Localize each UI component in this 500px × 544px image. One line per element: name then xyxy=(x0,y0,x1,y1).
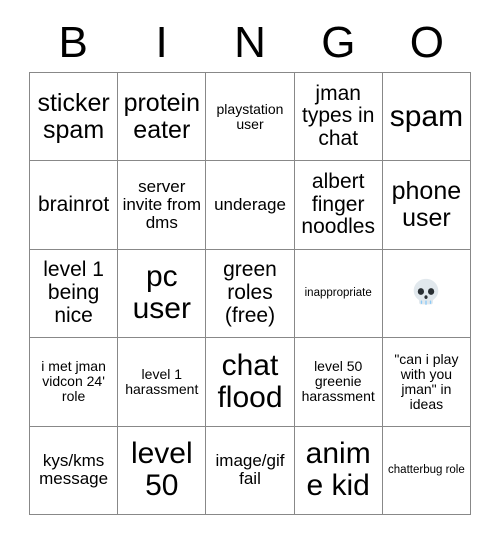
bingo-cell-label: phone user xyxy=(391,177,462,233)
bingo-cell[interactable]: chatterbug role xyxy=(382,426,471,515)
bingo-cell-label: brainrot xyxy=(37,192,110,216)
bingo-cell-label: chatterbug role xyxy=(388,464,465,477)
bingo-cell-label: playstation user xyxy=(216,100,284,132)
bingo-cell[interactable]: spam xyxy=(382,73,471,162)
bingo-header-letter-n: N xyxy=(234,18,266,67)
bingo-cell-label: underage xyxy=(214,194,286,214)
bingo-cell[interactable]: protein eater xyxy=(118,73,207,162)
bingo-cell-label: server invite from dms xyxy=(122,176,201,233)
bingo-cell[interactable]: i met jman vidcon 24' role xyxy=(30,338,119,427)
bingo-cell-label: sticker spam xyxy=(37,88,110,144)
bingo-cell-label: level 1 being nice xyxy=(43,258,104,327)
bingo-header-letter-o: O xyxy=(409,18,444,67)
bingo-header-row: B I N G O xyxy=(29,14,471,72)
bingo-header-letter-g: G xyxy=(321,18,356,67)
bingo-cell-label: level 1 harassment xyxy=(125,365,199,397)
bingo-header-letter-i: I xyxy=(155,18,168,67)
bingo-cell[interactable]: playstation user xyxy=(206,73,295,162)
bingo-cell[interactable]: level 50 greenie harassment xyxy=(294,338,383,427)
bingo-cell[interactable]: image/gif fail xyxy=(206,426,295,515)
bingo-cell[interactable]: pc user xyxy=(118,249,207,339)
bingo-cell[interactable]: level 50 xyxy=(118,426,207,515)
bingo-card: B I N G O sticker spam protein eater plays… xyxy=(0,0,500,544)
bingo-cell-label: albert finger noodles xyxy=(301,170,375,239)
bingo-cell-label: protein eater xyxy=(123,88,201,144)
bingo-free-space-cell[interactable] xyxy=(382,249,471,339)
bingo-cell[interactable]: sticker spam xyxy=(30,73,119,162)
bingo-cell[interactable]: phone user xyxy=(382,161,471,250)
bingo-cell-label: pc user xyxy=(132,260,191,326)
bingo-cell-label: jman types in chat xyxy=(302,81,375,151)
bingo-cell[interactable]: level 1 harassment xyxy=(118,338,207,427)
bingo-cell[interactable]: anime kid xyxy=(294,426,383,515)
bingo-cell[interactable]: level 1 being nice xyxy=(30,249,119,339)
bingo-cell-label: image/gif fail xyxy=(215,450,285,489)
bingo-cell-label: green roles (free) xyxy=(223,258,277,327)
bingo-cell-label: level 50 greenie harassment xyxy=(301,358,375,405)
bingo-cell-label: level 50 xyxy=(130,436,193,503)
bingo-cell-label: kys/kms message xyxy=(39,450,109,489)
bingo-cell[interactable]: "can i play with you jman" in ideas xyxy=(382,338,471,427)
bingo-cell[interactable]: kys/kms message xyxy=(30,426,119,515)
bingo-cell-label: "can i play with you jman" in ideas xyxy=(394,350,459,412)
bingo-cell-label: i met jman vidcon 24' role xyxy=(41,358,106,405)
bingo-cell[interactable]: underage xyxy=(206,161,295,250)
bingo-cell[interactable]: server invite from dms xyxy=(118,161,207,250)
bingo-cell-label: chat flood xyxy=(217,348,283,414)
bingo-cell[interactable]: chat flood xyxy=(206,338,295,427)
bingo-cell-label: anime kid xyxy=(305,436,371,503)
bingo-cell[interactable]: jman types in chat xyxy=(294,73,383,162)
bingo-cell-label: inappropriate xyxy=(304,287,372,300)
bingo-cell[interactable]: inappropriate xyxy=(294,249,383,339)
bingo-header-letter-b: B xyxy=(58,18,88,67)
bingo-grid: sticker spam protein eater playstation use… xyxy=(29,72,471,515)
bingo-cell[interactable]: green roles (free) xyxy=(206,249,295,339)
bingo-cell[interactable]: albert finger noodles xyxy=(294,161,383,250)
bingo-cell-label: spam xyxy=(389,99,464,133)
skull-icon xyxy=(409,276,443,310)
bingo-cell[interactable]: brainrot xyxy=(30,161,119,250)
